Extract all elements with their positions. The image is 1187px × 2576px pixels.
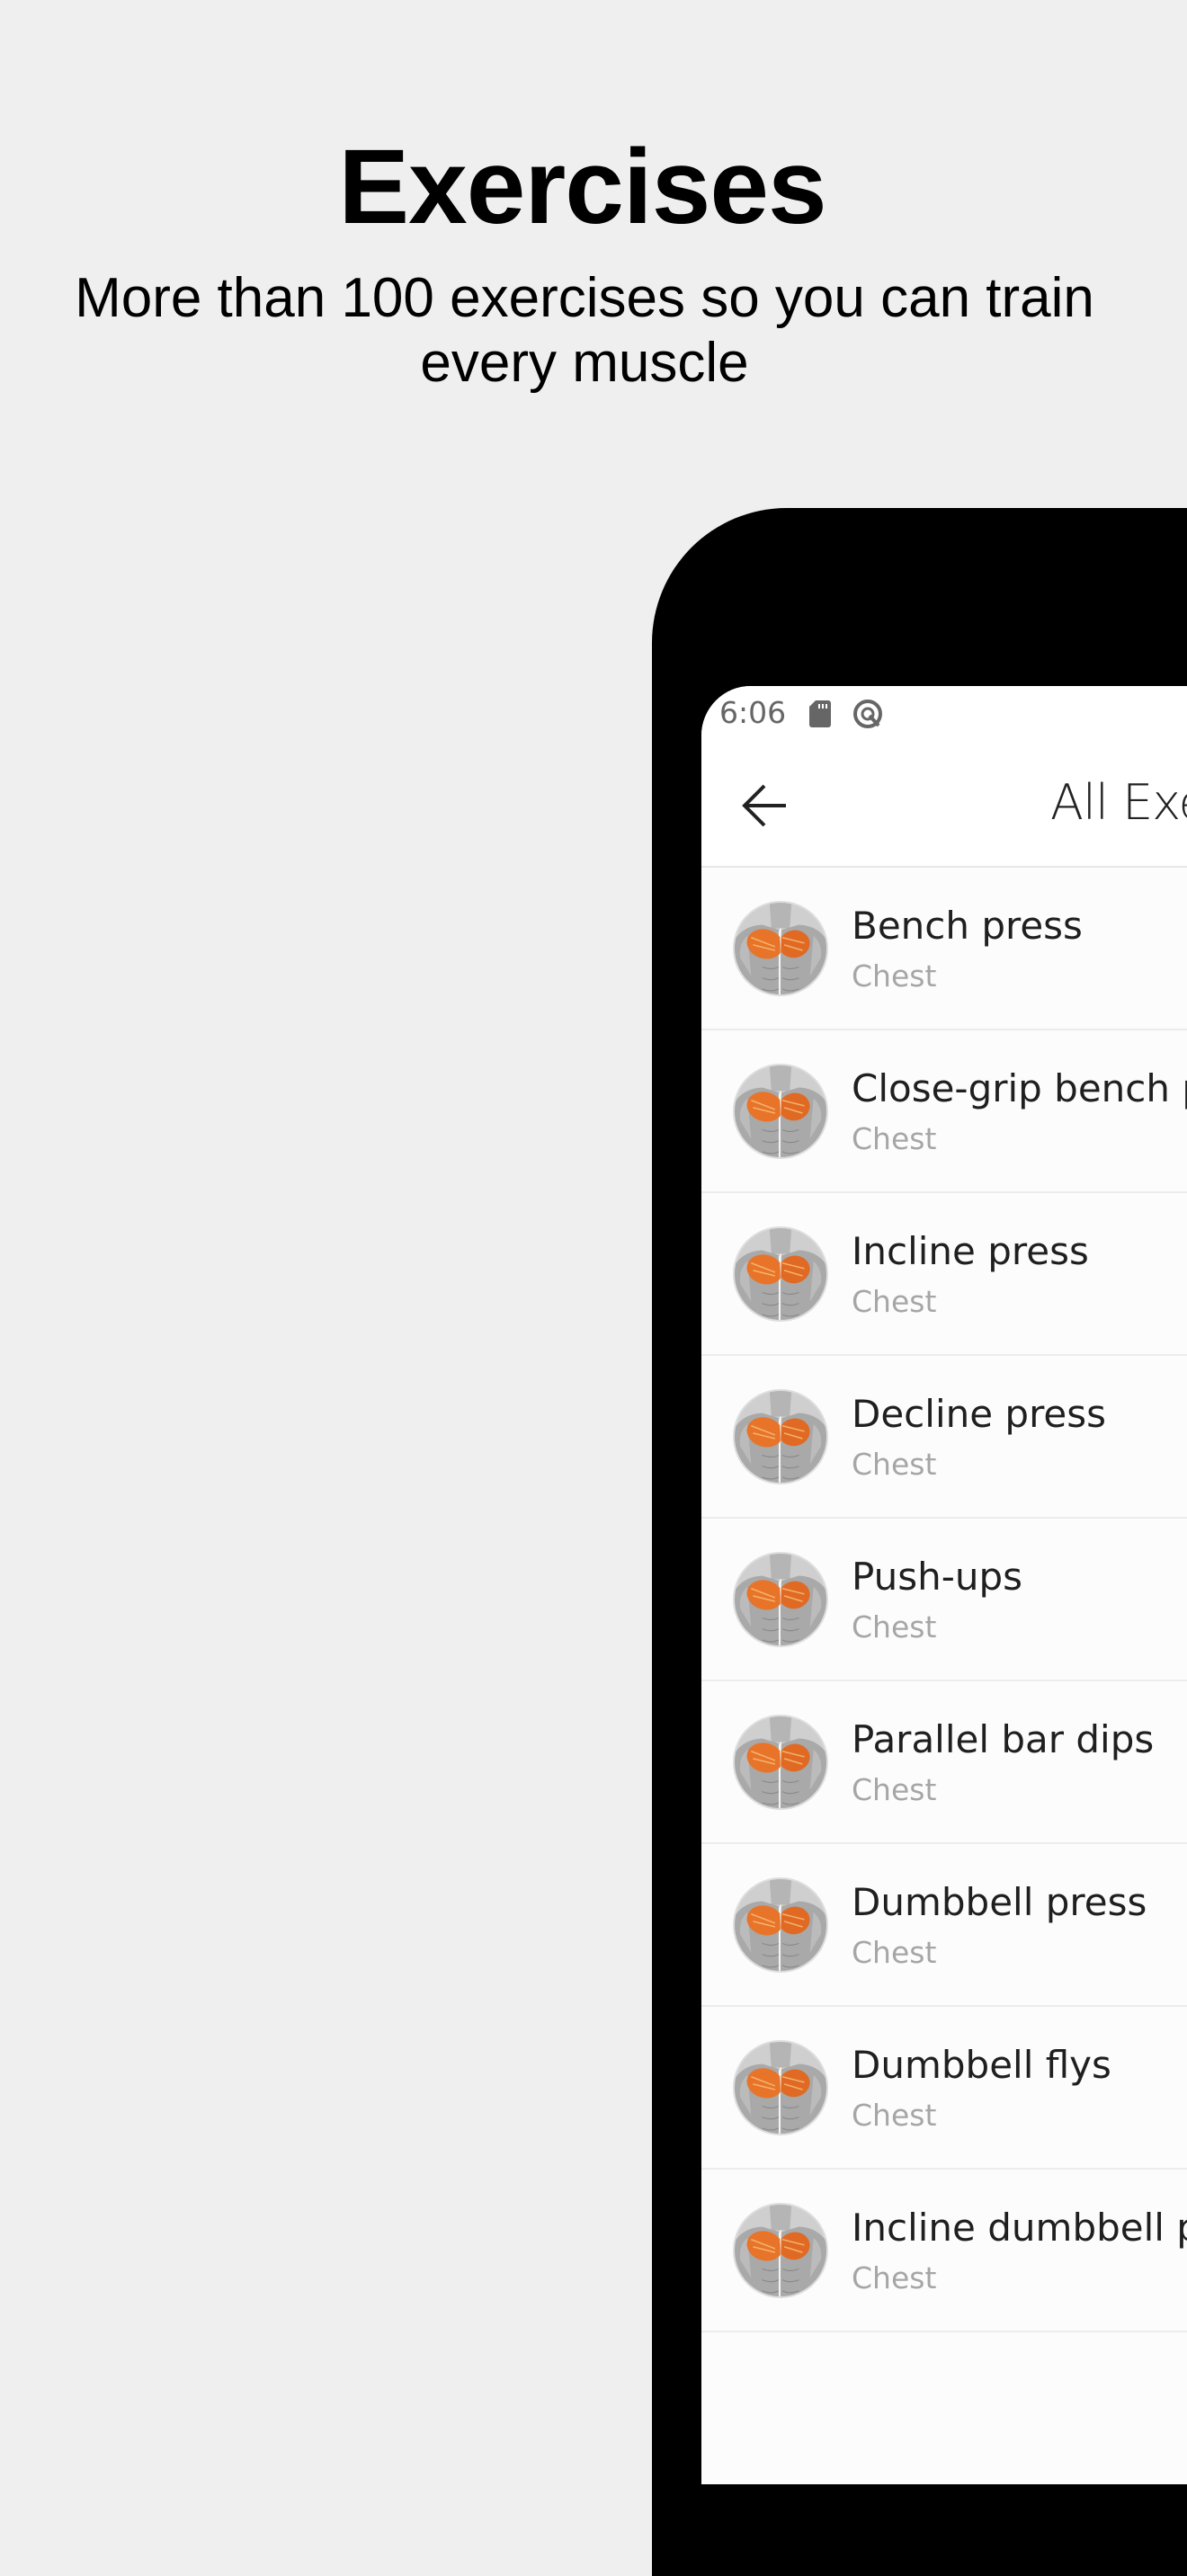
exercise-muscle-group: Chest (852, 1447, 937, 1482)
chest-muscle-thumbnail-icon (733, 1552, 828, 1647)
chest-muscle-thumbnail-icon (733, 1715, 828, 1810)
chest-muscle-thumbnail-icon (733, 1389, 828, 1484)
exercise-list-item[interactable]: Decline press Chest (701, 1356, 1187, 1519)
exercise-muscle-group: Chest (852, 2098, 937, 2133)
promo-subtitle: More than 100 exercises so you can train… (75, 267, 1094, 394)
exercise-name: Incline dumbbell press (852, 2206, 1187, 2250)
exercise-name: Incline press (852, 1229, 1089, 1273)
exercise-muscle-group: Chest (852, 1284, 937, 1319)
exercise-list-item[interactable]: Incline press Chest (701, 1193, 1187, 1356)
exercise-name: Bench press (852, 904, 1083, 948)
sd-card-icon (809, 700, 831, 727)
chest-muscle-thumbnail-icon (733, 901, 828, 996)
exercise-muscle-group: Chest (852, 2260, 937, 2295)
exercise-muscle-group: Chest (852, 1121, 937, 1156)
exercise-list-item[interactable]: Parallel bar dips Chest (701, 1681, 1187, 1844)
exercise-name: Close-grip bench press (852, 1066, 1187, 1110)
exercise-name: Dumbbell flys (852, 2043, 1111, 2087)
exercise-list: Bench press Chest Close-grip bench Chest… (701, 868, 1187, 2440)
exercise-list-item[interactable]: Incline dumbbell press Chest (701, 2170, 1187, 2332)
exercise-muscle-group: Chest (852, 1935, 937, 1970)
exercise-list-item[interactable]: Close-grip bench press Chest (701, 1030, 1187, 1193)
chest-muscle-thumbnail-icon (733, 1877, 828, 1973)
exercise-muscle-group: Chest (852, 1609, 937, 1645)
app-bar: All Exercises (701, 740, 1187, 868)
phone-screen: 6:06 All Exercises (701, 686, 1187, 2484)
exercise-name: Decline press (852, 1392, 1107, 1436)
exercise-list-item[interactable]: Push-ups Chest (701, 1519, 1187, 1681)
exercise-name: Push-ups (852, 1555, 1023, 1599)
exercise-list-item[interactable]: Dumbbell flys Chest (701, 2007, 1187, 2170)
exercise-list-item[interactable] (701, 2332, 1187, 2440)
exercise-muscle-group: Chest (852, 958, 937, 994)
back-button[interactable] (733, 776, 796, 839)
exercise-list-item[interactable]: Bench press Chest (701, 868, 1187, 1030)
promo-title: Exercises (338, 128, 826, 246)
exercise-muscle-group: Chest (852, 1772, 937, 1807)
exercise-list-item[interactable]: Dumbbell press Chest (701, 1844, 1187, 2007)
status-bar: 6:06 (701, 686, 1187, 740)
exercise-name: Dumbbell press (852, 1880, 1147, 1924)
chest-muscle-thumbnail-icon (733, 1226, 828, 1322)
chest-muscle-thumbnail-icon (733, 2040, 828, 2135)
arrow-left-icon (739, 780, 790, 834)
q-ring-icon (852, 699, 883, 729)
exercise-name: Parallel bar dips (852, 1717, 1155, 1761)
page-title: All Exercises (1050, 774, 1187, 831)
chest-muscle-thumbnail-icon (733, 2203, 828, 2298)
status-time: 6:06 (719, 695, 787, 730)
chest-muscle-thumbnail-icon (733, 1064, 828, 1159)
